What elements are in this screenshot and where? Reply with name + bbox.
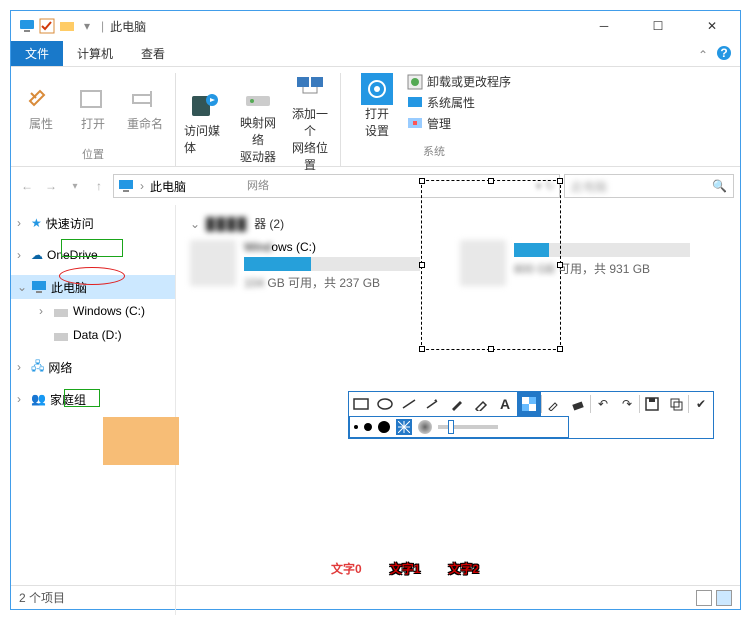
ellipse-tool-icon[interactable] <box>373 392 397 416</box>
tab-file[interactable]: 文件 <box>11 41 63 66</box>
size-small-icon[interactable] <box>354 425 358 429</box>
pen-tool-icon[interactable] <box>445 392 469 416</box>
text-2: 文字2 <box>448 560 479 577</box>
maximize-button[interactable]: ☐ <box>646 19 670 33</box>
folder-small-icon[interactable] <box>59 18 75 34</box>
group-system-label: 系统 <box>423 139 445 163</box>
ribbon-tabs: 文件 计算机 查看 ⌃ ? <box>11 41 740 67</box>
drive-icon <box>190 240 236 286</box>
help-icon[interactable]: ? <box>716 45 732 64</box>
arrow-tool-icon[interactable] <box>421 392 445 416</box>
redo-icon[interactable]: ↷ <box>615 392 639 416</box>
copy-icon[interactable] <box>664 392 688 416</box>
size-slider[interactable] <box>438 425 498 429</box>
close-button[interactable]: ✕ <box>700 19 724 33</box>
line-tool-icon[interactable] <box>397 392 421 416</box>
address-bar[interactable]: › 此电脑 ▾ ↻ <box>113 174 560 198</box>
drive-c[interactable]: Windows (C:) 104 GB 可用，共 237 GB <box>190 240 420 291</box>
mosaic-tool-icon[interactable] <box>517 392 541 416</box>
rect-tool-icon[interactable] <box>349 392 373 416</box>
tab-computer[interactable]: 计算机 <box>63 41 127 66</box>
monitor-icon <box>19 18 35 34</box>
size-large-icon[interactable] <box>378 421 390 433</box>
system-properties-button[interactable]: 系统属性 <box>407 94 511 111</box>
dropdown-icon[interactable]: ▾ <box>79 18 95 34</box>
nav-quick-access[interactable]: ›★快速访问 <box>11 211 175 235</box>
text-1: 文字1 <box>390 560 421 577</box>
add-network-location-button[interactable]: 添加一个 网络位置 <box>288 73 332 173</box>
nav-homegroup[interactable]: ›👥家庭组 <box>11 387 175 411</box>
access-media-button[interactable]: 访问媒体 <box>184 73 228 173</box>
marker-tool-icon[interactable] <box>469 392 493 416</box>
collapse-ribbon-icon[interactable]: ⌃ <box>698 48 708 62</box>
monitor-icon <box>118 178 134 194</box>
uninstall-programs-button[interactable]: 卸载或更改程序 <box>407 73 511 90</box>
statusbar: 2 个项目 <box>11 585 740 609</box>
minimize-button[interactable]: ─ <box>592 19 616 33</box>
up-button[interactable]: ↑ <box>89 176 109 196</box>
eyedropper-icon[interactable] <box>542 392 566 416</box>
status-item-count: 2 个项目 <box>19 589 65 606</box>
confirm-icon[interactable]: ✔ <box>689 392 713 416</box>
blur-preview-icon <box>418 420 432 434</box>
drive-d[interactable]: 800 GB 可用，共 931 GB <box>460 240 690 291</box>
view-large-icon[interactable] <box>716 590 732 606</box>
size-active-icon[interactable] <box>396 419 412 435</box>
drives-group-header[interactable]: ⌄ ████ 器 (2) <box>190 215 726 232</box>
nav-network[interactable]: ›🖧网络 <box>11 355 175 379</box>
tab-view[interactable]: 查看 <box>127 41 179 66</box>
nav-windows-c[interactable]: ›Windows (C:) <box>11 299 175 323</box>
titlebar: ▾ | 此电脑 ─ ☐ ✕ <box>11 11 740 41</box>
nav-this-pc[interactable]: ⌄此电脑 <box>11 275 175 299</box>
ribbon: 属性 打开 重命名 位置 访问媒体 映射网络 驱动器 添加一个 网络位置 网络 … <box>11 67 740 167</box>
search-icon: 🔍 <box>712 179 727 193</box>
open-button[interactable]: 打开 <box>71 73 115 142</box>
open-settings-button[interactable]: 打开 设置 <box>357 73 397 139</box>
map-drive-button[interactable]: 映射网络 驱动器 <box>236 73 280 173</box>
nav-tree: ›★快速访问 ›☁OneDrive ⌄此电脑 ›Windows (C:) Dat… <box>11 205 176 615</box>
forward-button[interactable]: → <box>41 176 61 196</box>
back-button[interactable]: ← <box>17 176 37 196</box>
search-input[interactable]: 此电脑 🔍 <box>564 174 734 198</box>
view-details-icon[interactable] <box>696 590 712 606</box>
drive-bar <box>244 257 420 271</box>
drive-bar <box>514 243 690 257</box>
group-location-label: 位置 <box>82 142 104 166</box>
breadcrumb[interactable]: 此电脑 <box>150 178 186 195</box>
bottom-text-labels: 文字0 文字1 文字2 <box>331 560 479 577</box>
explorer-window: ▾ | 此电脑 ─ ☐ ✕ 文件 计算机 查看 ⌃ ? 属性 打开 重命名 位置 <box>10 10 741 610</box>
rename-button[interactable]: 重命名 <box>123 73 167 142</box>
save-icon[interactable] <box>640 392 664 416</box>
checkbox-icon[interactable] <box>39 18 55 34</box>
address-bar-row: ← → ▾ ↑ › 此电脑 ▾ ↻ 此电脑 🔍 <box>17 171 734 201</box>
svg-text:?: ? <box>720 46 727 60</box>
snip-toolbar: A ↶ ↷ ✔ <box>348 391 714 439</box>
text-tool-icon[interactable]: A <box>493 392 517 416</box>
eraser-icon[interactable] <box>566 392 590 416</box>
window-title: 此电脑 <box>110 18 146 35</box>
drive-icon <box>460 240 506 286</box>
nav-onedrive[interactable]: ›☁OneDrive <box>11 243 175 267</box>
manage-button[interactable]: 管理 <box>407 115 511 132</box>
properties-button[interactable]: 属性 <box>19 73 63 142</box>
text-0: 文字0 <box>331 560 362 577</box>
nav-data-d[interactable]: Data (D:) <box>11 323 175 347</box>
recent-dropdown-icon[interactable]: ▾ <box>65 176 85 196</box>
size-mid-icon[interactable] <box>364 423 372 431</box>
undo-icon[interactable]: ↶ <box>591 392 615 416</box>
